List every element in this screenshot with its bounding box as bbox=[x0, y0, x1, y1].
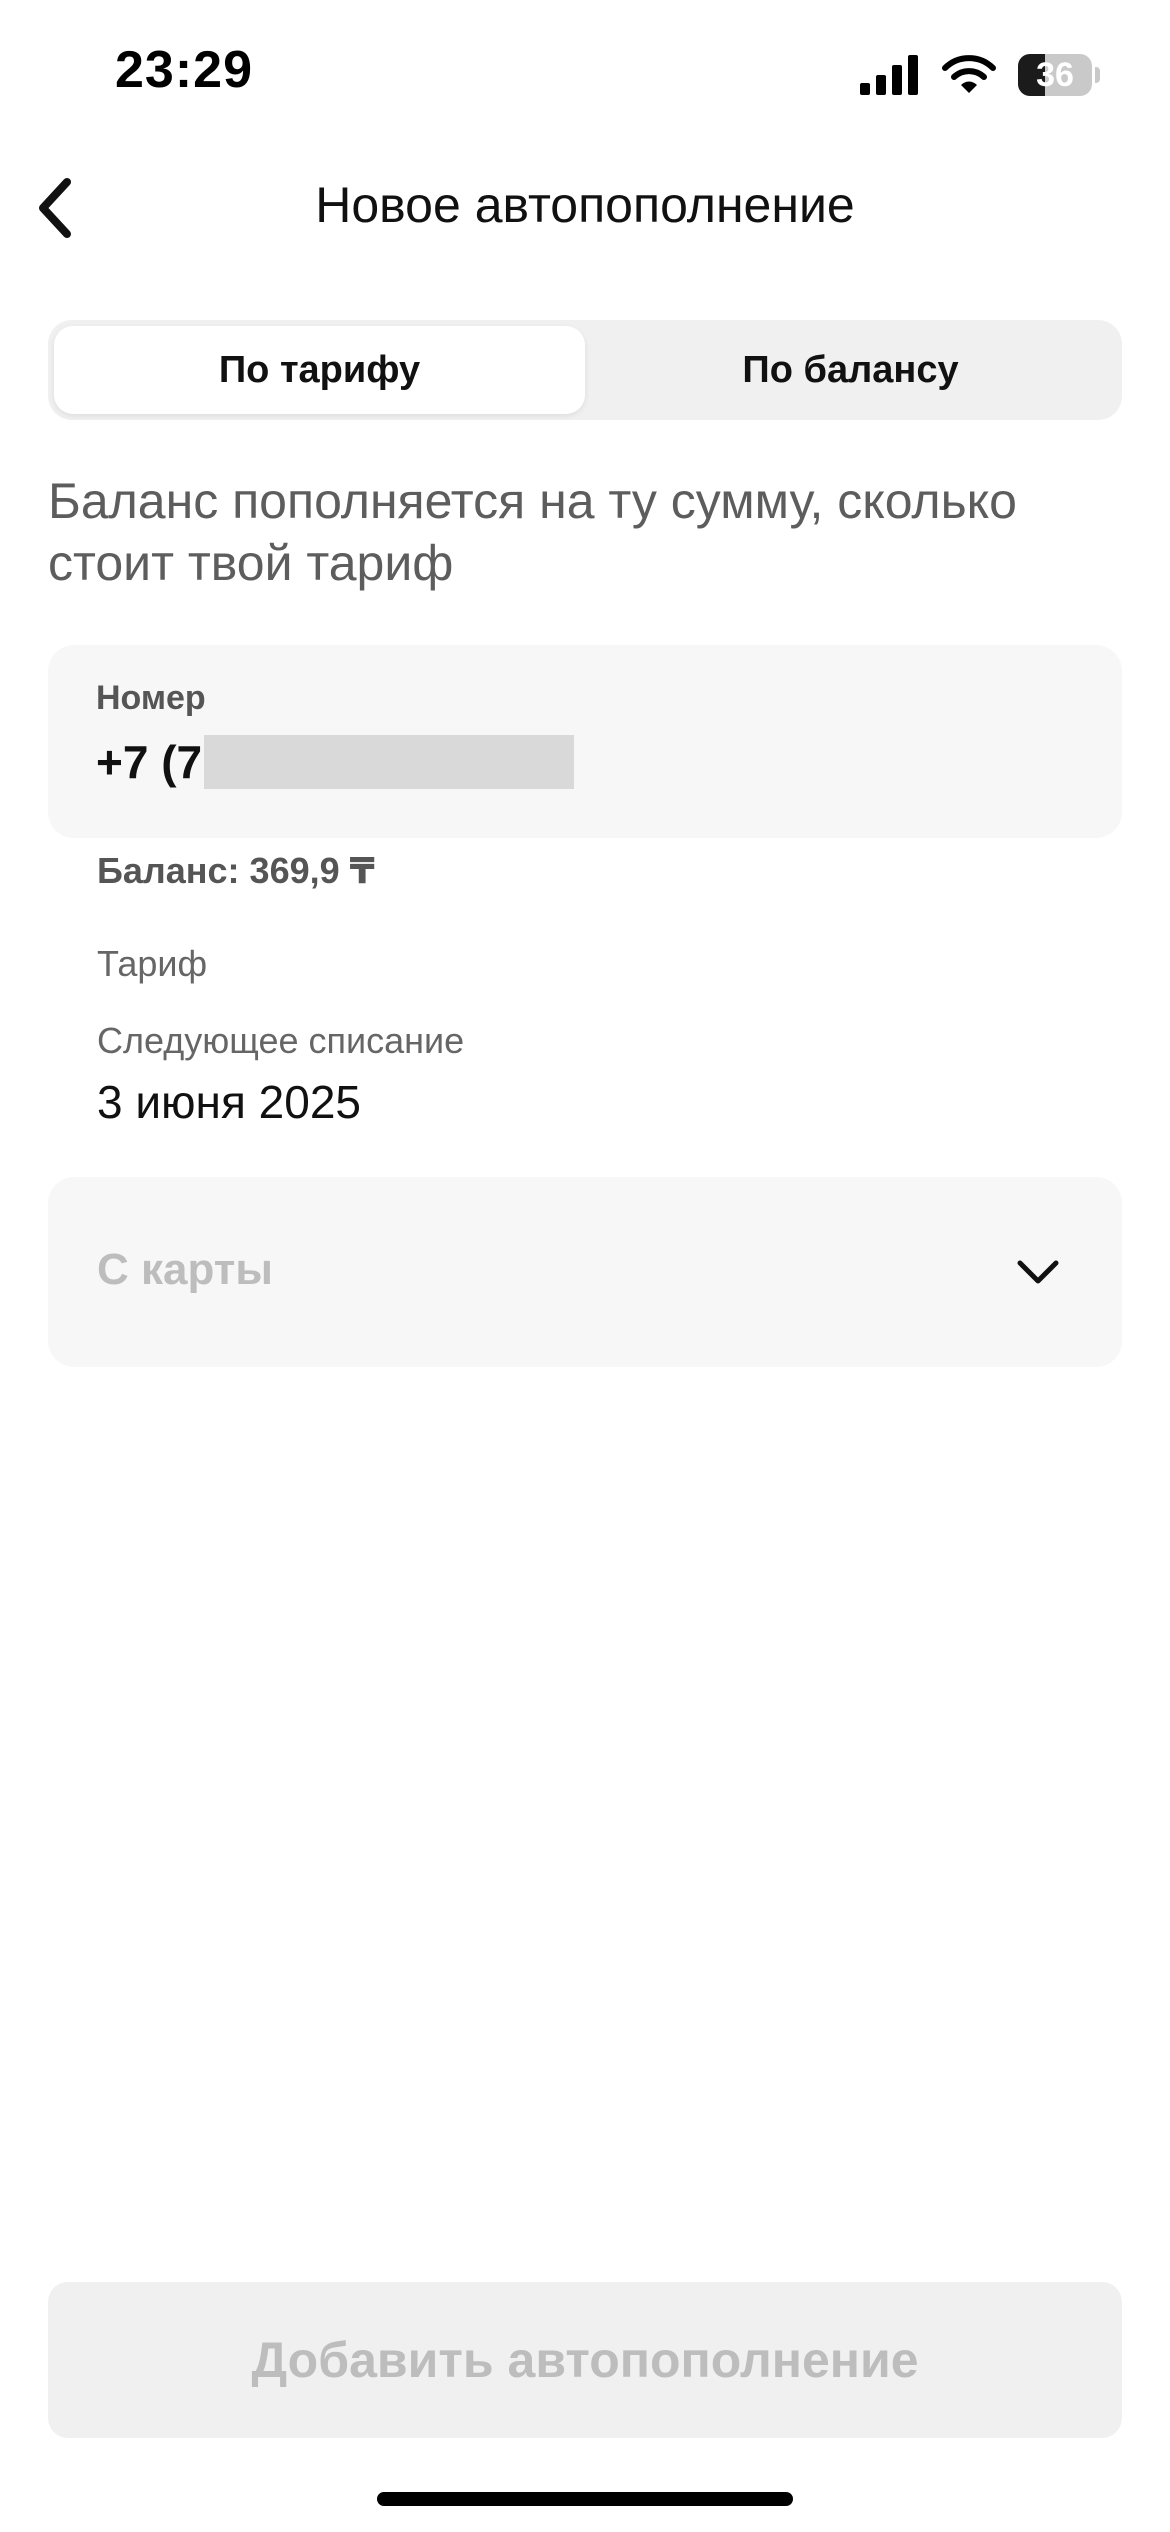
page-title: Новое автопополнение bbox=[315, 177, 855, 233]
wifi-icon bbox=[942, 55, 996, 93]
battery-icon: 36 bbox=[1018, 54, 1100, 96]
status-time: 23:29 bbox=[115, 41, 253, 99]
tab-by-balance[interactable]: По балансу bbox=[585, 326, 1116, 414]
signal-icon bbox=[860, 55, 918, 95]
payment-source-dropdown[interactable]: С карты bbox=[48, 1177, 1122, 1367]
home-indicator bbox=[377, 2492, 793, 2506]
add-autopay-button[interactable]: Добавить автопополнение bbox=[48, 2282, 1122, 2438]
battery-level: 36 bbox=[1036, 56, 1074, 94]
chevron-down-icon bbox=[1017, 1260, 1059, 1284]
next-charge-label: Следующее списание bbox=[97, 1020, 465, 1061]
status-icons: 36 bbox=[860, 52, 1100, 98]
tab-by-tariff[interactable]: По тарифу bbox=[54, 326, 585, 414]
balance-text: Баланс: 369,9 ₸ bbox=[97, 850, 375, 891]
tariff-label: Тариф bbox=[97, 943, 208, 984]
number-card[interactable]: Номер +7 (7 bbox=[48, 645, 1122, 838]
battery-tip bbox=[1095, 67, 1100, 83]
payment-source-placeholder: С карты bbox=[97, 1245, 273, 1294]
number-label: Номер bbox=[96, 679, 206, 717]
phone-number: +7 (7 bbox=[96, 735, 575, 789]
mode-segmented-control: По тарифу По балансу bbox=[48, 320, 1122, 420]
phone-number-redacted bbox=[204, 735, 575, 789]
phone-number-prefix: +7 (7 bbox=[96, 736, 203, 788]
mode-description: Баланс пополняется на ту сумму, сколько … bbox=[48, 473, 1017, 591]
next-charge-date: 3 июня 2025 bbox=[97, 1076, 361, 1128]
